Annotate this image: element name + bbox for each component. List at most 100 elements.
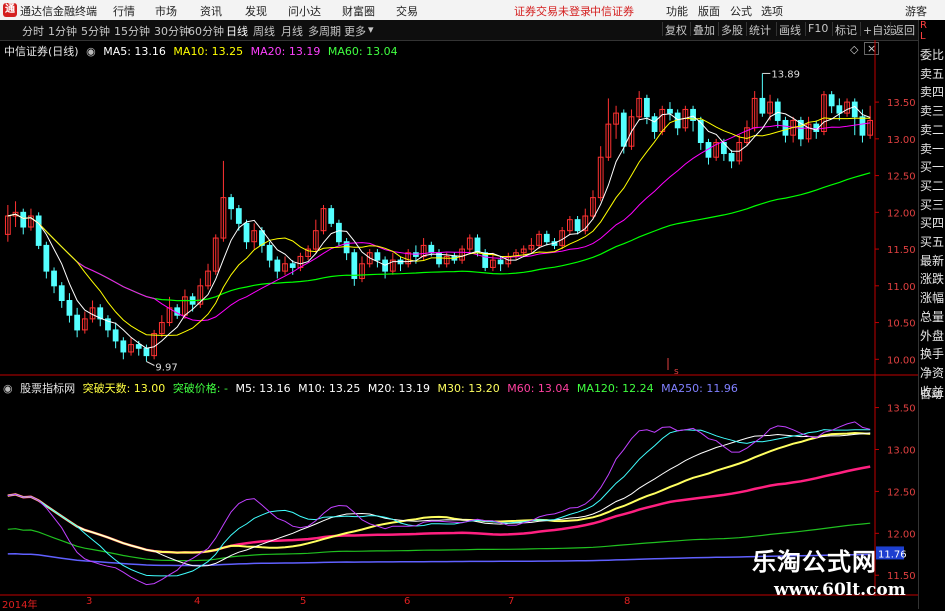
menu-market[interactable]: 市场 (155, 3, 177, 19)
guest-label[interactable]: 游客 (905, 3, 927, 19)
quote-field-label: 买四 (920, 216, 945, 231)
quote-field-label: 买二 (920, 178, 945, 193)
title-bar: 通 通达信金融终端 行情 市场 资讯 发现 问小达 财富圈 交易 证券交易未登录… (0, 0, 945, 20)
candle-body (35, 215, 42, 246)
quote-field-label: 净资 (920, 365, 945, 380)
menu-function[interactable]: 功能 (666, 3, 688, 19)
price-tick-label: 11.00 (887, 282, 916, 293)
menu-options[interactable]: 选项 (761, 3, 783, 19)
candle-body (482, 252, 489, 268)
quote-field-label: 外盘 (920, 328, 945, 343)
candle-body (43, 244, 50, 272)
candle-body (266, 244, 273, 261)
candle-body (228, 197, 235, 210)
quote-field-label: 卖三 (920, 104, 945, 119)
candle-body (120, 340, 127, 353)
mark-button[interactable]: 标记 (832, 22, 859, 37)
m60-line (7, 465, 871, 554)
candle-body (828, 94, 835, 107)
period-weekly[interactable]: 周线 (253, 23, 275, 39)
price-tick-label: 13.00 (887, 135, 916, 146)
candle-body (651, 116, 658, 132)
menu-quotes[interactable]: 行情 (113, 3, 135, 19)
broker-name[interactable]: 中信证券 (590, 3, 634, 19)
menu-discover[interactable]: 发现 (245, 3, 267, 19)
quote-field-label: 买五 (920, 235, 945, 249)
period-5min[interactable]: 5分钟 (81, 23, 110, 39)
candle-body (51, 270, 57, 287)
candle-body (351, 252, 358, 279)
candle-body (336, 222, 342, 243)
menu-ask[interactable]: 问小达 (288, 3, 321, 19)
quote-field-label: 买一 (920, 160, 945, 175)
period-60min[interactable]: 60分钟 (188, 23, 224, 39)
menu-layout[interactable]: 版面 (698, 3, 720, 19)
period-toolbar: 分时 1分钟 5分钟 15分钟 30分钟 60分钟 日线 周线 月线 多周期 更… (0, 20, 918, 41)
candle-body (112, 329, 119, 342)
stats-button[interactable]: 统计 (746, 22, 773, 37)
quote-field-label: 总量 (920, 309, 945, 324)
candle-body (543, 233, 550, 243)
period-timeshare[interactable]: 分时 (22, 23, 44, 39)
period-monthly[interactable]: 月线 (281, 23, 303, 39)
quote-field-label: 卖五 (920, 66, 945, 81)
price-chart[interactable]: 13.50 13.00 12.50 12.00 11.50 11.00 10.50 10.00… (0, 40, 918, 596)
period-1min[interactable]: 1分钟 (48, 23, 77, 39)
back-button[interactable]: 返回 (890, 22, 917, 37)
candle-body (697, 119, 704, 144)
trade-login-status[interactable]: 证券交易未登录 (514, 3, 591, 19)
candle-body (774, 101, 781, 121)
adjust-button[interactable]: 复权 (662, 22, 689, 37)
candle-body (497, 259, 504, 265)
period-daily[interactable]: 日线 (226, 23, 248, 39)
quote-field-label: 卖一 (920, 141, 945, 156)
candle-body (574, 219, 581, 232)
app-name: 通达信金融终端 (20, 5, 97, 18)
menu-fortune[interactable]: 财富圈 (342, 3, 375, 19)
period-more[interactable]: 更多 (344, 23, 366, 39)
quote-field-label: 换手 (920, 347, 945, 362)
current-value-label: 11.76 (878, 549, 907, 560)
ma250-line (7, 552, 871, 567)
candle-body (74, 314, 81, 331)
ma60-line (7, 172, 871, 302)
multi-stock-button[interactable]: 多股 (718, 22, 745, 37)
quote-field-label: 买三 (920, 197, 945, 212)
price-tick-label: 13.50 (887, 98, 916, 109)
menu-trade[interactable]: 交易 (396, 3, 418, 19)
panel-tab-r[interactable]: R (920, 20, 945, 31)
high-price-label: 13.89 (771, 69, 800, 80)
price-tick-label: 10.00 (887, 355, 916, 366)
panel-tab-l[interactable]: L (920, 31, 945, 42)
price-tick-label: 12.50 (887, 172, 916, 183)
f10-button[interactable]: F10 (805, 22, 830, 36)
auto-button[interactable]: 自动 (920, 386, 945, 402)
period-multi[interactable]: 多周期 (308, 23, 341, 39)
candle-body (836, 105, 843, 114)
candle-body (58, 285, 65, 302)
quote-field-label: 涨幅 (920, 291, 945, 306)
period-30min[interactable]: 30分钟 (154, 23, 190, 39)
candle-body (620, 112, 627, 147)
candle-body (474, 237, 481, 254)
ma120-line (7, 522, 871, 562)
candle-body (859, 116, 866, 136)
overlay-button[interactable]: 叠加 (690, 22, 717, 37)
candle-body (289, 263, 296, 268)
candle-body (20, 211, 27, 228)
price-tick-label: 11.50 (887, 245, 916, 256)
candle-body (274, 259, 281, 272)
date-label: 5 (300, 596, 307, 607)
indicator-tick-label: 13.50 (887, 404, 916, 415)
candle-body (667, 108, 673, 114)
candle-body (328, 208, 335, 224)
draw-button[interactable]: 画线 (776, 22, 803, 37)
candle-body (374, 252, 381, 261)
menu-news[interactable]: 资讯 (200, 3, 222, 19)
menu-formula[interactable]: 公式 (730, 3, 752, 19)
quote-field-label: 委比 (920, 48, 945, 62)
period-15min[interactable]: 15分钟 (114, 23, 150, 39)
chevron-down-icon[interactable]: ▾ (368, 23, 374, 36)
indicator-tick-label: 12.50 (887, 487, 916, 498)
quote-field-label: 涨跌 (920, 272, 945, 287)
